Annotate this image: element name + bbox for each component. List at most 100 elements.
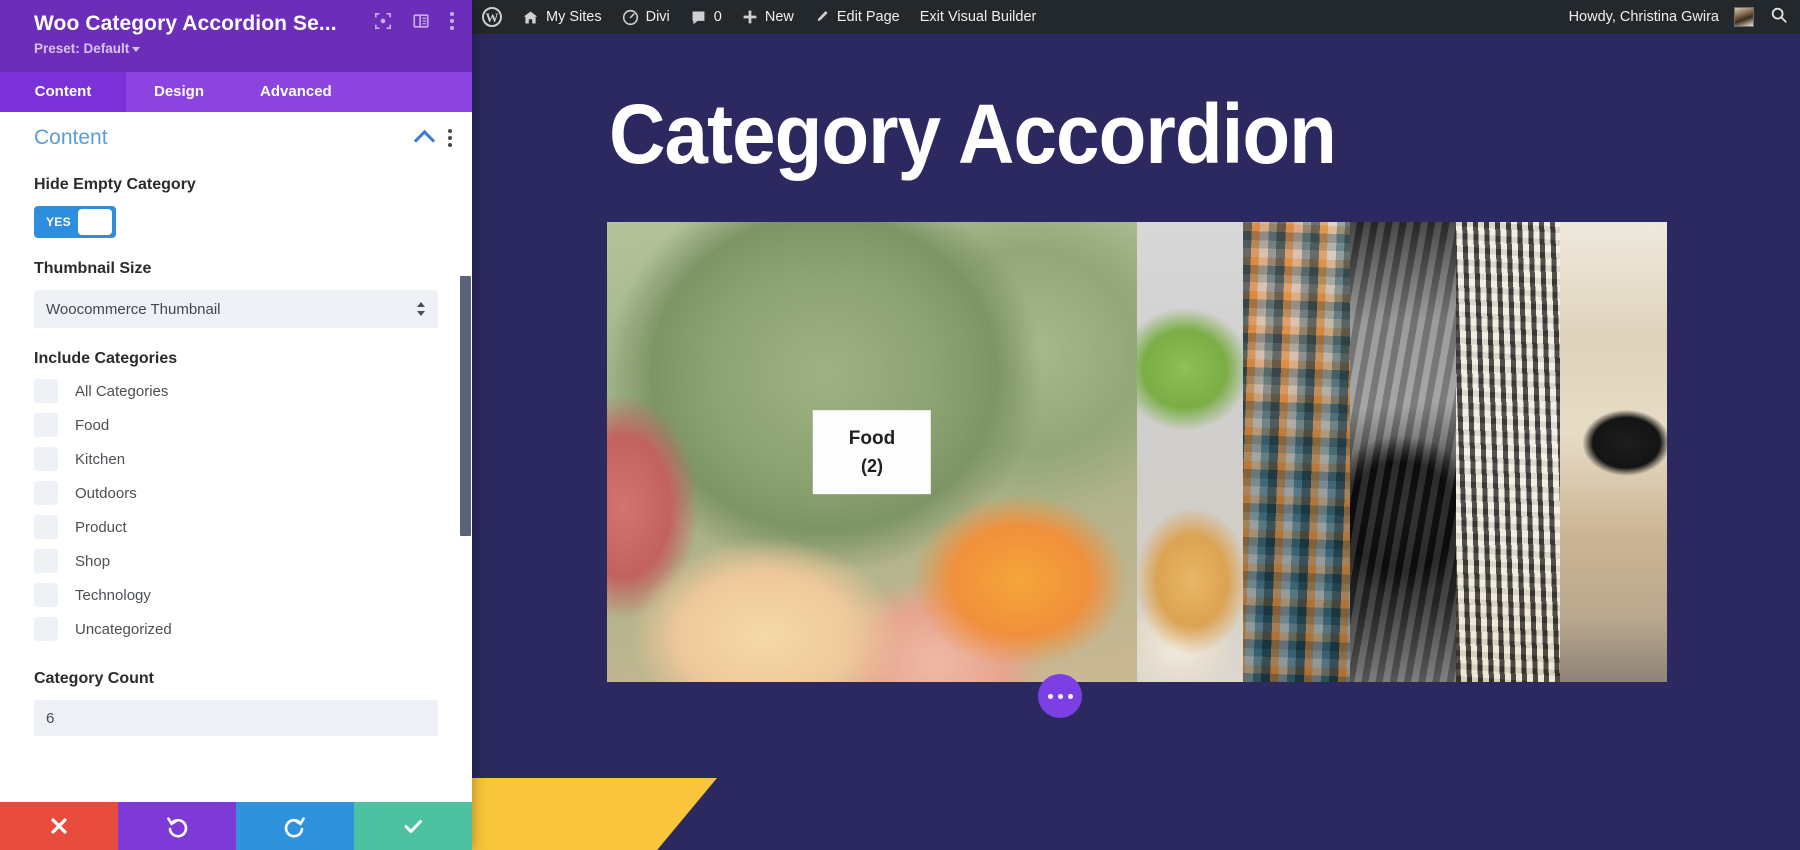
comment-bubble-icon [690,9,707,26]
checkbox-row-all-categories[interactable]: All Categories [34,374,438,408]
tab-advanced[interactable]: Advanced [232,72,360,112]
checkbox-label: Outdoors [75,484,137,502]
checkbox-label: All Categories [75,382,169,400]
decorative-yellow-shape [472,778,717,850]
admin-bar-exit-visual-builder-label: Exit Visual Builder [919,9,1037,25]
accordion-label-food-text: Food [848,428,896,450]
cancel-button[interactable] [0,802,118,850]
admin-bar-comments-count: 0 [713,9,722,25]
checkbox-icon [34,481,58,505]
thumbnail-size-select[interactable]: Woocommerce Thumbnail [34,290,438,328]
checkbox-row-outdoors[interactable]: Outdoors [34,476,438,510]
checkbox-label: Product [75,518,127,536]
checkbox-label: Shop [75,552,111,570]
search-icon[interactable] [1770,6,1788,29]
page-title: Category Accordion [609,87,1337,181]
undo-button[interactable] [118,802,236,850]
thumbnail-size-value: Woocommerce Thumbnail [46,300,221,318]
ellipsis-icon [1057,693,1063,699]
field-label-category-count: Category Count [34,670,154,687]
settings-panel-header: Woo Category Accordion Se... Preset: Def… [0,0,472,72]
content-section-header: Content [0,112,472,160]
kebab-menu-icon[interactable] [448,129,452,147]
admin-bar-exit-visual-builder[interactable]: Exit Visual Builder [910,0,1047,34]
category-count-value: 6 [46,709,55,727]
field-hide-empty-category: Hide Empty Category YES [0,176,472,238]
admin-bar-my-sites[interactable]: My Sites [512,0,612,34]
field-label-thumbnail-size: Thumbnail Size [34,260,152,277]
checkbox-row-kitchen[interactable]: Kitchen [34,442,438,476]
pencil-icon [814,9,830,25]
accordion-panel-outdoors[interactable] [1243,222,1350,682]
checkbox-row-product[interactable]: Product [34,510,438,544]
admin-bar-divi-label: Divi [645,9,670,25]
kebab-menu-icon[interactable] [450,12,454,30]
save-button[interactable] [354,802,472,850]
screen-root: W My Sites Divi 0 New Edit Page Exit Vis… [0,0,1800,850]
accordion-panel-shop[interactable] [1560,222,1667,682]
avatar [1734,7,1754,27]
checkmark-icon [401,814,425,838]
divi-icon [622,9,639,26]
page-canvas: Category Accordion Food (2) [472,34,1800,850]
admin-bar-wp-logo[interactable]: W [472,0,512,34]
redo-button[interactable] [236,802,354,850]
category-count-input[interactable]: 6 [34,700,438,736]
undo-arrow-icon [165,814,189,838]
admin-bar-account[interactable]: Howdy, Christina Gwira [1559,0,1756,34]
tab-design[interactable]: Design [126,72,232,112]
accordion-count-food: (2) [861,455,883,476]
accordion-label-food: Food (2) [812,410,932,494]
settings-panel-body: Content Hide Empty Category YES Thumbnai… [0,112,472,850]
checkbox-icon [34,583,58,607]
settings-panel-scrollbar-thumb[interactable] [460,276,471,536]
toggle-knob [77,209,112,235]
checkbox-icon [34,549,58,573]
accordion-panel-kitchen[interactable] [1137,222,1243,682]
plus-icon [742,9,758,25]
ellipsis-icon [1047,693,1053,699]
accordion-panel-food[interactable]: Food (2) [607,222,1137,682]
admin-bar-edit-page[interactable]: Edit Page [804,0,910,34]
field-include-categories: Include Categories All Categories Food K… [0,350,472,646]
checkbox-label: Food [75,416,110,434]
admin-bar-new-label: New [764,9,794,25]
ellipsis-icon [1067,693,1073,699]
checkbox-icon [34,413,58,437]
admin-bar-divi[interactable]: Divi [612,0,680,34]
settings-panel-action-bar [0,802,472,850]
checkbox-icon [34,447,58,471]
accordion-panel-product[interactable] [1456,222,1560,682]
settings-panel-header-icons [374,12,456,30]
field-category-count: Category Count 6 [0,670,472,736]
checkbox-label: Uncategorized [75,620,172,638]
admin-bar-left-group: W My Sites Divi 0 New Edit Page Exit Vis… [472,0,1046,34]
hide-empty-category-toggle[interactable]: YES [34,206,116,238]
settings-preset-selector[interactable]: Preset: Default [34,41,452,56]
checkbox-row-shop[interactable]: Shop [34,544,438,578]
admin-bar-greeting: Howdy, Christina Gwira [1568,9,1719,25]
checkbox-row-technology[interactable]: Technology [34,578,438,612]
chevron-up-icon[interactable] [413,129,436,152]
admin-bar-comments[interactable]: 0 [680,0,732,34]
page-settings-bubble-button[interactable] [1038,674,1082,718]
admin-bar-edit-page-label: Edit Page [836,9,900,25]
category-accordion: Food (2) [607,222,1667,682]
tab-content[interactable]: Content [0,72,126,112]
content-section-title: Content [34,126,108,149]
admin-bar-right-group: Howdy, Christina Gwira [1559,0,1800,34]
checkbox-icon [34,515,58,539]
admin-bar-my-sites-label: My Sites [546,9,602,25]
accordion-panel-technology[interactable] [1350,222,1456,682]
field-label-include-categories: Include Categories [34,350,178,367]
checkbox-row-uncategorized[interactable]: Uncategorized [34,612,438,646]
focus-target-icon[interactable] [374,12,392,30]
checkbox-row-food[interactable]: Food [34,408,438,442]
checkbox-label: Kitchen [75,450,126,468]
admin-bar-new[interactable]: New [732,0,804,34]
layout-columns-icon[interactable] [412,12,430,30]
toggle-value-label: YES [46,215,71,229]
settings-panel-scrollbar-track[interactable] [458,224,472,810]
field-label-hide-empty-category: Hide Empty Category [34,176,196,193]
sites-icon [522,9,539,26]
